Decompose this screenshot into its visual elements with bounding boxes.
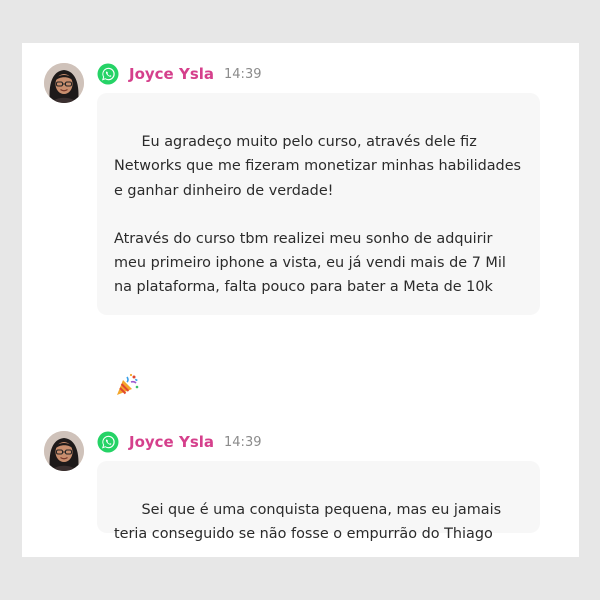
- message-timestamp: 14:39: [224, 66, 262, 82]
- party-popper-icon: [114, 325, 140, 396]
- chat-panel: Joyce Ysla 14:39 Eu agradeço muito pelo …: [22, 43, 579, 557]
- sender-name[interactable]: Joyce Ysla: [129, 433, 214, 451]
- avatar[interactable]: [44, 431, 84, 471]
- message-timestamp: 14:39: [224, 434, 262, 450]
- message-header: Joyce Ysla 14:39: [97, 429, 261, 455]
- message-text: Sei que é uma conquista pequena, mas eu …: [114, 502, 506, 543]
- sender-name[interactable]: Joyce Ysla: [129, 65, 214, 83]
- whatsapp-icon: [97, 63, 119, 85]
- avatar[interactable]: [44, 63, 84, 103]
- message-header: Joyce Ysla 14:39: [97, 61, 261, 87]
- whatsapp-icon: [97, 431, 119, 453]
- message-bubble: Sei que é uma conquista pequena, mas eu …: [97, 461, 540, 542]
- message-text: Eu agradeço muito pelo curso, através de…: [114, 134, 522, 296]
- message-bubble: Eu agradeço muito pelo curso, através de…: [97, 93, 540, 396]
